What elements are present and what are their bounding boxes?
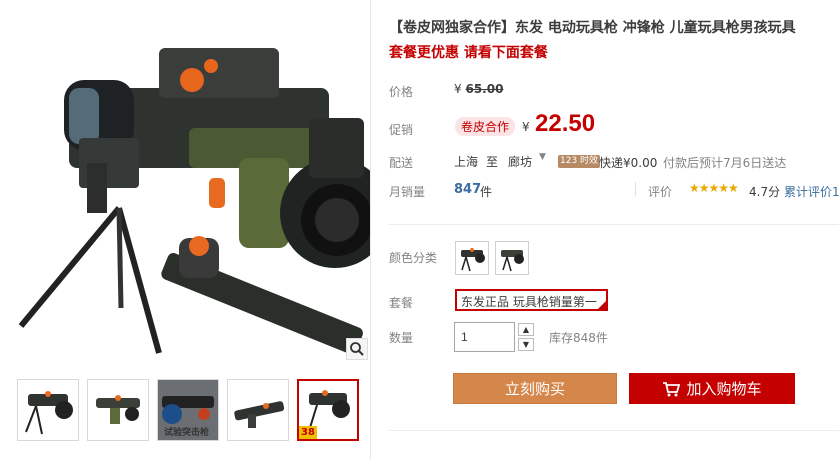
column-divider bbox=[370, 0, 371, 459]
monthly-sales-unit: 件 bbox=[480, 185, 493, 199]
color-option-1[interactable] bbox=[455, 241, 489, 275]
buy-now-label: 立刻购买 bbox=[504, 380, 565, 398]
cumulative-review-link[interactable]: 累计评价1 bbox=[784, 183, 839, 200]
cart-icon bbox=[663, 381, 681, 396]
package-option-selected[interactable]: 东发正品 玩具枪销量第一 bbox=[455, 289, 608, 311]
thumb-gun-image bbox=[18, 380, 78, 440]
delivery-time-badge: 123 时效 bbox=[558, 155, 601, 168]
thumbnail-2[interactable] bbox=[87, 379, 149, 441]
rating-label: 评价 bbox=[648, 185, 673, 199]
product-subtitle: 套餐更优惠 请看下面套餐 bbox=[389, 45, 548, 61]
color-swatch-image bbox=[456, 242, 488, 274]
promo-label: 促销 bbox=[389, 123, 414, 137]
monthly-sales-count: 847 bbox=[454, 182, 482, 197]
shipping-label: 配送 bbox=[389, 156, 414, 170]
stock-count: 库存848件 bbox=[549, 331, 608, 345]
thumbnail-5[interactable]: 38 bbox=[297, 379, 359, 441]
color-label: 颜色分类 bbox=[389, 251, 438, 265]
main-product-image[interactable] bbox=[9, 8, 370, 360]
thumbnail-strip: 试验突击枪 38 bbox=[9, 372, 370, 448]
zoom-button[interactable] bbox=[346, 338, 368, 360]
promo-currency: ¥ bbox=[522, 120, 530, 134]
package-label: 套餐 bbox=[389, 296, 414, 310]
quantity-increase-button[interactable]: ▲ bbox=[518, 323, 534, 336]
thumb-caption: 试验突击枪 bbox=[164, 428, 210, 438]
thumb-price-badge: 38 bbox=[299, 426, 317, 439]
thumbnail-4[interactable] bbox=[227, 379, 289, 441]
chevron-up-icon: ▲ bbox=[522, 325, 530, 334]
section-divider bbox=[389, 224, 839, 225]
quantity-input[interactable] bbox=[454, 322, 515, 352]
package-option-text: 东发正品 玩具枪销量第一 bbox=[461, 295, 597, 309]
thumb-gun-image bbox=[228, 380, 288, 440]
selected-check-icon bbox=[598, 301, 606, 309]
price-label: 价格 bbox=[389, 85, 414, 99]
ship-to-location[interactable]: 廊坊 bbox=[508, 153, 532, 170]
sales-label: 月销量 bbox=[389, 185, 426, 199]
promo-price: 22.50 bbox=[535, 110, 596, 137]
shipping-fee: 快递¥0.00 bbox=[599, 156, 658, 170]
buy-now-button[interactable]: 立刻购买 bbox=[453, 373, 617, 404]
color-swatch-image bbox=[496, 242, 528, 274]
original-price: ¥ 65.00 bbox=[454, 82, 503, 96]
product-gallery: 试验突击枪 38 bbox=[9, 8, 370, 453]
thumbnail-1[interactable] bbox=[17, 379, 79, 441]
quantity-decrease-button[interactable]: ▼ bbox=[518, 338, 534, 351]
magnifier-icon bbox=[350, 342, 364, 356]
ship-from: 上海 bbox=[454, 155, 479, 169]
chevron-down-icon[interactable]: ▼ bbox=[539, 152, 546, 162]
quantity-label: 数量 bbox=[389, 331, 414, 345]
original-price-value: 65.00 bbox=[465, 82, 504, 96]
chevron-down-icon: ▼ bbox=[522, 340, 530, 349]
toy-gun-image bbox=[9, 8, 370, 360]
delivery-estimate: 付款后预计7月6日送达 bbox=[663, 156, 787, 170]
product-title: 【卷皮网独家合作】东发 电动玩具枪 冲锋枪 儿童玩具枪男孩玩具 bbox=[389, 20, 796, 36]
ship-to-word: 至 bbox=[486, 155, 499, 169]
star-rating-icon: ★★★★★ bbox=[689, 181, 739, 195]
rating-score: 4.7分 bbox=[749, 185, 781, 199]
separator bbox=[635, 182, 636, 196]
promo-tag: 卷皮合作 bbox=[455, 117, 516, 136]
section-divider bbox=[389, 430, 839, 431]
add-to-cart-label: 加入购物车 bbox=[686, 380, 762, 398]
thumb-gun-image bbox=[88, 380, 148, 440]
add-to-cart-button[interactable]: 加入购物车 bbox=[629, 373, 795, 404]
color-option-2[interactable] bbox=[495, 241, 529, 275]
thumbnail-3[interactable]: 试验突击枪 bbox=[157, 379, 219, 441]
currency-symbol: ¥ bbox=[454, 82, 462, 96]
